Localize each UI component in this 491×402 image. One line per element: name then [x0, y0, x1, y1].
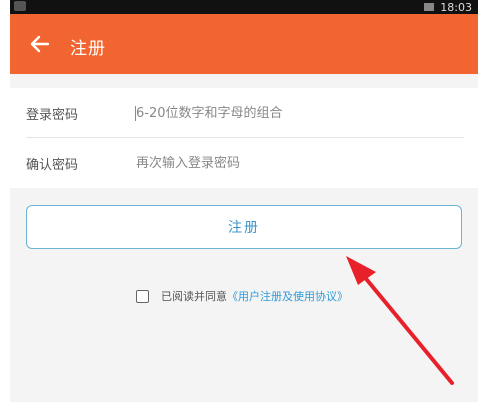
register-screen: 18:03 注册 登录密码 确认密码 注册 已阅读并同意 《用户注册及使用协议》	[10, 0, 478, 402]
password-label: 登录密码	[26, 108, 79, 123]
status-bar: 18:03	[10, 0, 478, 14]
signal-icon	[424, 3, 435, 11]
page-title: 注册	[70, 39, 106, 59]
confirm-password-field[interactable]	[134, 150, 458, 176]
notification-icon	[14, 1, 26, 11]
confirm-password-label: 确认密码	[26, 158, 79, 173]
app-bar: 注册	[10, 14, 478, 74]
register-button[interactable]: 注册	[26, 205, 462, 249]
status-time: 18:03	[440, 0, 472, 14]
agree-checkbox[interactable]	[136, 289, 149, 303]
password-row: 登录密码	[10, 88, 478, 138]
agreement-link[interactable]: 《用户注册及使用协议》	[227, 288, 348, 304]
confirm-row: 确认密码	[10, 138, 478, 188]
agreement-text: 已阅读并同意	[161, 290, 227, 303]
text-cursor	[135, 106, 136, 121]
password-field[interactable]	[134, 100, 458, 126]
password-form: 登录密码 确认密码	[10, 88, 478, 188]
arrow-left-icon[interactable]	[26, 30, 54, 58]
agreement-row: 已阅读并同意 《用户注册及使用协议》	[136, 288, 348, 304]
status-indicators: 18:03	[424, 0, 472, 14]
